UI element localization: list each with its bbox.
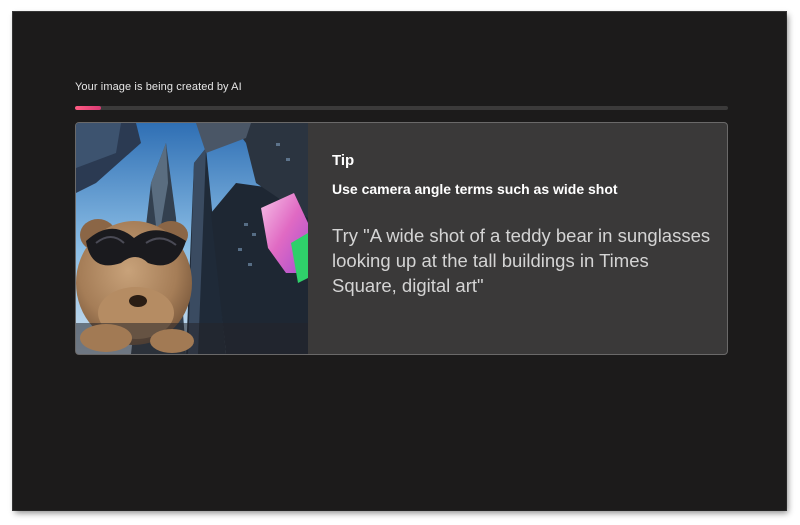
progress-fill bbox=[75, 106, 102, 110]
status-label: Your image is being created by AI bbox=[75, 81, 242, 93]
example-image bbox=[76, 123, 308, 354]
generation-dialog: Your image is being created by AI Tip Us… bbox=[13, 12, 786, 510]
tip-example-prompt: Try "A wide shot of a teddy bear in sung… bbox=[332, 225, 711, 296]
tip-subheading: Use camera angle terms such as wide shot bbox=[332, 181, 618, 197]
tip-card: Tip Use camera angle terms such as wide … bbox=[75, 122, 728, 355]
progress-bar bbox=[75, 106, 728, 110]
tip-heading: Tip bbox=[332, 152, 355, 169]
